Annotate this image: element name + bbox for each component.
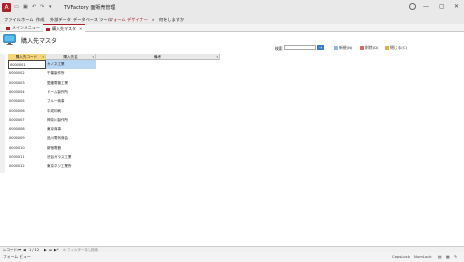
search-input[interactable] [284,45,316,50]
notes-cell[interactable] [96,125,220,134]
document-tabs: メインメニュー✕ 購入先マスタ✕ [0,24,464,32]
tab-supplier-master[interactable]: 購入先マスタ ✕ [43,24,86,32]
ribbon-tabs: ファイル ホーム 作成 外部データ データベース ツール フォーム デザイナー … [0,15,464,24]
name-cell[interactable]: ブル一商事 [46,97,96,106]
tab-form-designer[interactable]: フォーム デザイナー [109,17,148,23]
notes-cell[interactable] [96,60,220,69]
table-row[interactable]: 0000006 平成印刷 [8,107,220,116]
code-cell[interactable]: 0000005 [8,97,46,106]
new-record-icon [334,46,338,50]
name-cell[interactable]: 品川電気商会 [46,134,96,143]
code-cell[interactable]: 0000001 [8,60,46,69]
table-row[interactable]: 0000002 千葉製作所 [8,69,220,78]
code-cell[interactable]: 0000002 [8,69,46,78]
close-icon[interactable]: ✕ [454,3,459,10]
notes-cell[interactable] [96,69,220,78]
table-row[interactable]: 0000003 愛媛電機工業 [8,79,220,88]
maximize-icon[interactable]: ▢ [439,3,445,10]
notes-cell[interactable] [96,134,220,143]
vertical-scrollbar[interactable] [0,54,5,173]
form-view-icon[interactable]: ▤ [438,252,442,262]
autosave-icon[interactable]: ▭ [14,4,19,10]
table-row[interactable]: 0000007 神奈川製作所 [8,116,220,125]
tab-external-data[interactable]: 外部データ [50,17,71,23]
form-icon [46,27,50,31]
layout-view-icon[interactable]: ▦ [446,252,450,262]
table-row[interactable]: 0000001 カノネ工業 [8,60,220,69]
tab-database-tools[interactable]: データベース ツール [73,17,112,23]
name-cell[interactable]: ドーム製作所 [46,88,96,97]
new-button[interactable]: 新規(N) [334,45,352,50]
view-status: フォーム ビュー [3,254,31,259]
design-view-icon[interactable]: ✎ [454,252,457,262]
notes-cell[interactable] [96,153,220,162]
notes-cell[interactable] [96,88,220,97]
table-row[interactable]: 0000009 品川電気商会 [8,134,220,143]
notes-cell[interactable] [96,97,220,106]
name-cell[interactable]: 東京ネジ工業所 [46,162,96,171]
app-title: TVFactory 面販売管理 [64,5,116,11]
datasheet-area: 購入先コード ▾ 購入先名 ▾ 備考 ▾ 0000001 カノネ工業 0000002 千葉製… [0,54,464,246]
name-cell[interactable]: 平成印刷 [46,107,96,116]
undo-icon[interactable]: ↶ [32,4,36,10]
form-header: 購入先マスタ 検索 → 新規(N) 削除(D) 閉じる(C) [0,32,464,54]
table-row[interactable]: 0000011 渋谷ガラス工業 [8,153,220,162]
name-cell[interactable]: 渋谷ガラス工業 [46,153,96,162]
delete-icon [360,46,364,50]
search-label: 検索 [275,46,283,51]
table-row[interactable]: 0000005 ブル一商事 [8,97,220,106]
code-cell[interactable]: 0000007 [8,116,46,125]
name-cell[interactable]: 神奈川製作所 [46,116,96,125]
code-cell[interactable]: 0000008 [8,125,46,134]
name-cell[interactable]: カノネ工業 [46,60,96,69]
search-go-button[interactable]: → [317,45,324,50]
tab-home[interactable]: ホーム [21,17,33,23]
code-cell[interactable]: 0000009 [8,134,46,143]
capslock-indicator: CapsLock [392,254,411,259]
status-bar: フォーム ビュー CapsLock NumLock ▤ ▦ ✎ [0,252,464,262]
name-cell[interactable]: 東京商事 [46,125,96,134]
table-row[interactable]: 0000012 東京ネジ工業所 [8,162,220,171]
close-button[interactable]: 閉じる(C) [385,45,407,50]
form-title: 購入先マスタ [21,38,58,45]
minimize-icon[interactable]: — [423,3,429,10]
close-door-icon [385,46,389,50]
account-avatar-icon[interactable] [409,3,416,10]
supplier-form: 購入先マスタ 検索 → 新規(N) 削除(D) 閉じる(C) 購入先コード ▾ 購… [0,32,464,252]
code-cell[interactable]: 0000010 [8,144,46,153]
monitor-icon [3,34,16,45]
notes-cell[interactable] [96,162,220,171]
search-icon[interactable]: ⌕ [152,17,154,22]
form-icon [6,26,10,30]
code-cell[interactable]: 0000006 [8,107,46,116]
access-logo-icon: A [2,3,11,12]
customize-toolbar-icon[interactable]: ▾ [49,4,52,10]
name-cell[interactable]: 千葉製作所 [46,69,96,78]
notes-cell[interactable] [96,79,220,88]
table-row[interactable]: 0000010 新宿電器 [8,144,220,153]
tab-file[interactable]: ファイル [4,17,21,23]
close-tab-icon[interactable]: ✕ [79,26,82,31]
title-bar: A ▭ ▣ ↶ ↷ ▾ TVFactory 面販売管理 — ▢ ✕ [0,0,464,15]
code-cell[interactable]: 0000004 [8,88,46,97]
notes-cell[interactable] [96,116,220,125]
code-cell[interactable]: 0000012 [8,162,46,171]
tell-me-search[interactable]: 何をしますか [159,17,184,23]
name-cell[interactable]: 愛媛電機工業 [46,79,96,88]
notes-cell[interactable] [96,144,220,153]
table-row[interactable]: 0000004 ドーム製作所 [8,88,220,97]
delete-button[interactable]: 削除(D) [360,45,378,50]
save-icon[interactable]: ▣ [23,4,28,10]
tab-create[interactable]: 作成 [36,17,44,23]
redo-icon[interactable]: ↷ [40,4,44,10]
table-row[interactable]: 0000008 東京商事 [8,125,220,134]
notes-cell[interactable] [96,107,220,116]
code-cell[interactable]: 0000003 [8,79,46,88]
code-cell[interactable]: 0000011 [8,153,46,162]
name-cell[interactable]: 新宿電器 [46,144,96,153]
numlock-indicator: NumLock [414,254,432,259]
